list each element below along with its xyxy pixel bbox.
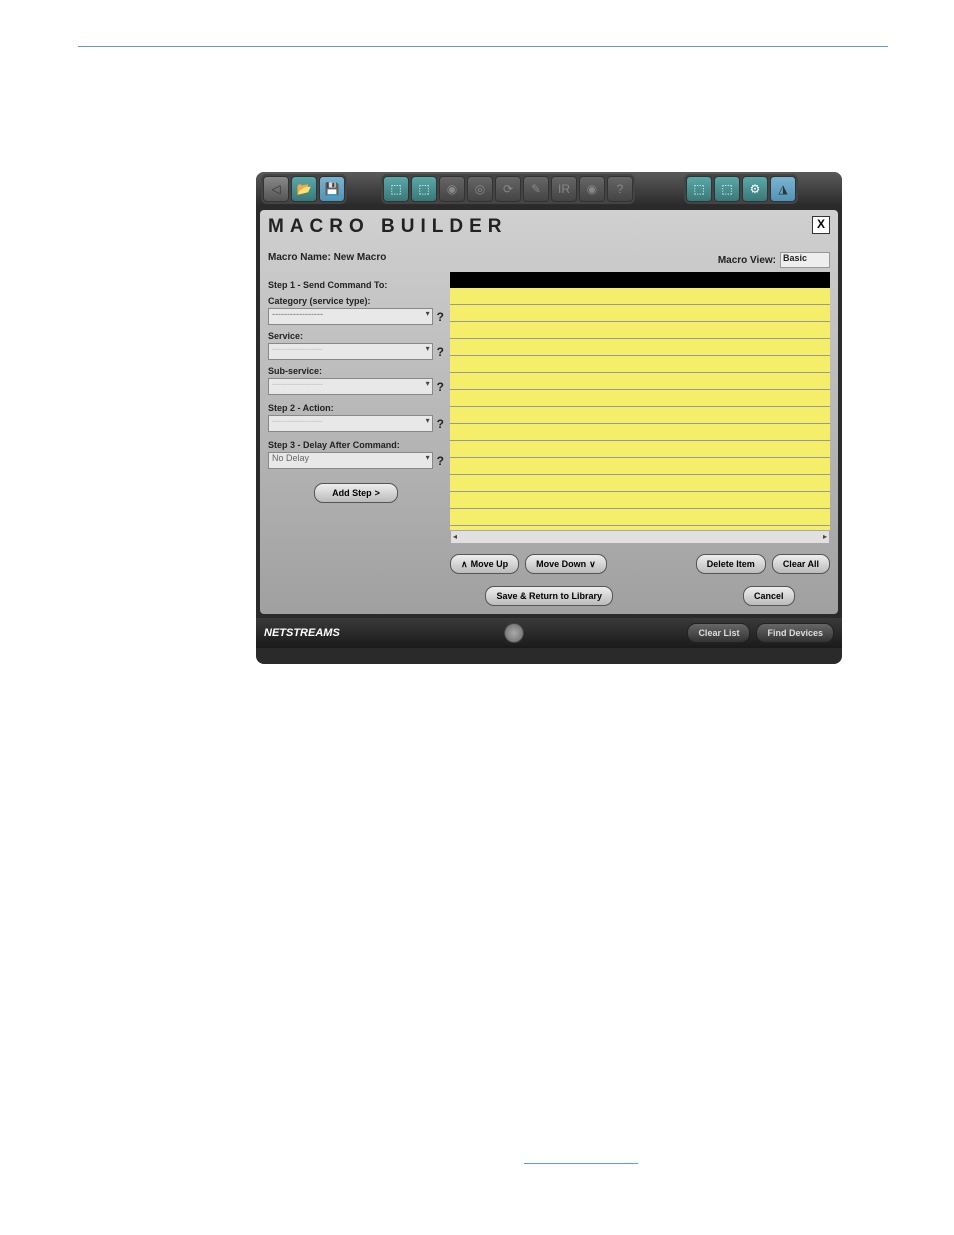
- status-bar: NETSTREAMS Clear List Find Devices: [256, 618, 842, 648]
- tool-icon-4[interactable]: ◎: [467, 176, 493, 202]
- list-item[interactable]: [450, 475, 830, 492]
- horizontal-scrollbar[interactable]: ◂ ▸: [450, 530, 830, 544]
- app-window: ◁ 📂 💾 ⬚ ⬚ ◉ ◎ ⟳ ✎ IR ◉ ? ⬚ ⬚ ⚙ ◮ MACRO B…: [256, 172, 842, 664]
- list-item[interactable]: [450, 441, 830, 458]
- steps-grid-header: [450, 272, 830, 288]
- move-up-label: Move Up: [471, 559, 509, 569]
- tool-icon-3[interactable]: ◉: [439, 176, 465, 202]
- chevron-down-icon: ∨: [589, 559, 596, 570]
- list-item[interactable]: [450, 509, 830, 526]
- subservice-label: Sub-service:: [268, 366, 444, 376]
- save-icon[interactable]: 💾: [319, 176, 345, 202]
- toolbar-group-system: ⬚ ⬚ ⚙ ◮: [684, 174, 798, 204]
- subservice-help-icon[interactable]: ?: [437, 380, 444, 394]
- sys-icon-2[interactable]: ⬚: [714, 176, 740, 202]
- step2-label: Step 2 - Action:: [268, 403, 444, 413]
- macro-steps-list: ◂ ▸ ∧ Move Up Move Down ∨: [450, 272, 830, 606]
- sys-icon-4[interactable]: ◮: [770, 176, 796, 202]
- service-select[interactable]: -----------------: [268, 343, 433, 360]
- globe-icon[interactable]: [504, 623, 524, 643]
- move-up-button[interactable]: ∧ Move Up: [450, 554, 519, 574]
- ir-icon[interactable]: IR: [551, 176, 577, 202]
- tool-icon-1[interactable]: ⬚: [383, 176, 409, 202]
- service-help-icon[interactable]: ?: [437, 345, 444, 359]
- help-icon[interactable]: ?: [607, 176, 633, 202]
- list-item[interactable]: [450, 288, 830, 305]
- service-label: Service:: [268, 331, 444, 341]
- main-toolbar: ◁ 📂 💾 ⬚ ⬚ ◉ ◎ ⟳ ✎ IR ◉ ? ⬚ ⬚ ⚙ ◮: [256, 172, 842, 206]
- tool-icon-2[interactable]: ⬚: [411, 176, 437, 202]
- list-item[interactable]: [450, 305, 830, 322]
- tool-icon-6[interactable]: ✎: [523, 176, 549, 202]
- list-item[interactable]: [450, 407, 830, 424]
- list-item[interactable]: [450, 424, 830, 441]
- clear-list-button[interactable]: Clear List: [687, 623, 750, 643]
- toolbar-group-tools: ⬚ ⬚ ◉ ◎ ⟳ ✎ IR ◉ ?: [381, 174, 635, 204]
- step-config-column: Step 1 - Send Command To: Category (serv…: [268, 272, 444, 606]
- delete-item-button[interactable]: Delete Item: [696, 554, 766, 574]
- category-help-icon[interactable]: ?: [437, 310, 444, 324]
- footer-link-underline: [524, 1163, 638, 1164]
- action-select[interactable]: -----------------: [268, 415, 433, 432]
- delay-help-icon[interactable]: ?: [437, 454, 444, 468]
- chevron-up-icon: ∧: [461, 559, 468, 570]
- brand-logo: NETSTREAMS: [264, 627, 340, 639]
- steps-grid[interactable]: [450, 272, 830, 530]
- list-item[interactable]: [450, 339, 830, 356]
- panel-title: MACRO BUILDER: [268, 216, 508, 238]
- tool-icon-5[interactable]: ⟳: [495, 176, 521, 202]
- action-help-icon[interactable]: ?: [437, 417, 444, 431]
- list-item[interactable]: [450, 492, 830, 509]
- toolbar-group-file: ◁ 📂 💾: [261, 174, 347, 204]
- list-item[interactable]: [450, 322, 830, 339]
- cancel-button[interactable]: Cancel: [743, 586, 795, 606]
- move-down-label: Move Down: [536, 559, 586, 569]
- step1-label: Step 1 - Send Command To:: [268, 280, 444, 290]
- add-step-label: Add Step: [332, 488, 372, 498]
- delay-select[interactable]: No Delay: [268, 452, 433, 469]
- close-button[interactable]: X: [812, 216, 830, 234]
- tool-icon-7[interactable]: ◉: [579, 176, 605, 202]
- scroll-left-icon[interactable]: ◂: [453, 532, 457, 541]
- add-step-button[interactable]: Add Step >: [314, 483, 398, 503]
- clear-all-button[interactable]: Clear All: [772, 554, 830, 574]
- list-item[interactable]: [450, 373, 830, 390]
- category-label: Category (service type):: [268, 296, 444, 306]
- sys-icon-1[interactable]: ⬚: [686, 176, 712, 202]
- find-devices-button[interactable]: Find Devices: [756, 623, 834, 643]
- category-select[interactable]: -----------------: [268, 308, 433, 325]
- list-item[interactable]: [450, 356, 830, 373]
- open-icon[interactable]: 📂: [291, 176, 317, 202]
- step3-label: Step 3 - Delay After Command:: [268, 440, 444, 450]
- macro-builder-panel: MACRO BUILDER X Macro Name: New Macro Ma…: [260, 210, 838, 614]
- sys-icon-3[interactable]: ⚙: [742, 176, 768, 202]
- chevron-right-icon: >: [375, 488, 380, 498]
- move-down-button[interactable]: Move Down ∨: [525, 554, 607, 574]
- macro-view-select[interactable]: Basic: [780, 252, 830, 268]
- macro-name-label: Macro Name: New Macro: [268, 252, 386, 268]
- list-item[interactable]: [450, 458, 830, 475]
- header-divider: [78, 46, 888, 47]
- back-icon[interactable]: ◁: [263, 176, 289, 202]
- scroll-right-icon[interactable]: ▸: [823, 532, 827, 541]
- macro-view-label: Macro View:: [718, 255, 776, 266]
- list-item[interactable]: [450, 390, 830, 407]
- subservice-select[interactable]: -----------------: [268, 378, 433, 395]
- save-return-button[interactable]: Save & Return to Library: [485, 586, 613, 606]
